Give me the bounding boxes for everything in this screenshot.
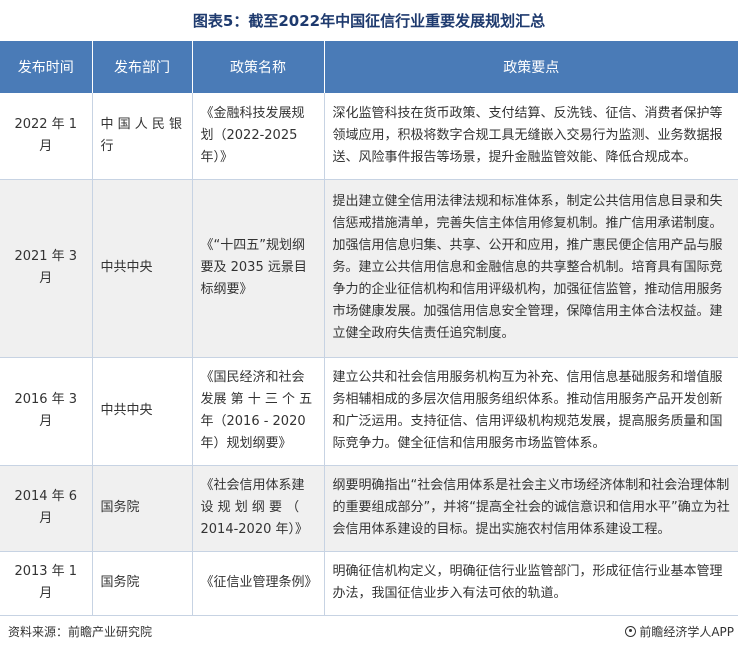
cell-key-points: 纲要明确指出“社会信用体系是社会主义市场经济体制和社会治理体制的重要组成部分”，…	[324, 465, 738, 552]
source-note: 资料来源：前瞻产业研究院	[8, 625, 153, 639]
cell-date: 2016 年 3 月	[0, 357, 93, 466]
cell-key-points: 明确征信机构定义，明确征信行业监管部门，形成征信行业基本管理办法，我国征信业步入…	[324, 551, 738, 616]
chart-title: 图表5：截至2022年中国征信行业重要发展规划汇总	[192, 11, 546, 30]
cell-date: 2022 年 1 月	[0, 93, 93, 180]
cell-date: 2021 年 3 月	[0, 179, 93, 358]
cell-department: 国务院	[92, 551, 193, 616]
cell-date: 2014 年 6 月	[0, 465, 93, 552]
cell-department: 中 国 人 民 银 行	[92, 93, 193, 180]
cell-key-points: 建立公共和社会信用服务机构互为补充、信用信息基础服务和增值服务相辅相成的多层次信…	[324, 357, 738, 466]
cell-key-points: 提出建立健全信用法律法规和标准体系，制定公共信用信息目录和失信惩戒措施清单，完善…	[324, 179, 738, 358]
cell-department: 中共中央	[92, 357, 193, 466]
header-department: 发布部门	[92, 41, 193, 93]
policy-table: 发布时间 发布部门 政策名称 政策要点 2022 年 1 月 中 国 人 民 银…	[0, 41, 738, 616]
brand-label: 前瞻经济学人APP	[639, 625, 734, 639]
table-row: 2014 年 6 月 国务院 《社会信用体系建设 规 划 纲 要 （ 2014-…	[0, 465, 738, 552]
cell-policy-name: 《金融科技发展规划（2022-2025 年）》	[192, 93, 325, 180]
cell-policy-name: 《社会信用体系建设 规 划 纲 要 （ 2014-2020 年）》	[192, 465, 325, 552]
cell-policy-name: 《征信业管理条例》	[192, 551, 325, 616]
cell-department: 国务院	[92, 465, 193, 552]
header-policy-key-points: 政策要点	[324, 41, 738, 93]
header-policy-name: 政策名称	[192, 41, 325, 93]
cell-policy-name: 《“十四五”规划纲要及 2035 远景目标纲要》	[192, 179, 325, 358]
brand-credit: 前瞻经济学人APP	[625, 623, 734, 640]
cell-key-points: 深化监管科技在货币政策、支付结算、反洗钱、征信、消费者保护等领域应用，积极将数字…	[324, 93, 738, 180]
cell-department: 中共中央	[92, 179, 193, 358]
table-row: 2016 年 3 月 中共中央 《国民经济和社会发展 第 十 三 个 五 年（2…	[0, 357, 738, 466]
footer: 资料来源：前瞻产业研究院 前瞻经济学人APP	[0, 620, 738, 642]
table-row: 2013 年 1 月 国务院 《征信业管理条例》 明确征信机构定义，明确征信行业…	[0, 551, 738, 616]
table-row: 2021 年 3 月 中共中央 《“十四五”规划纲要及 2035 远景目标纲要》…	[0, 179, 738, 358]
table-row: 2022 年 1 月 中 国 人 民 银 行 《金融科技发展规划（2022-20…	[0, 93, 738, 180]
cell-date: 2013 年 1 月	[0, 551, 93, 616]
cell-policy-name: 《国民经济和社会发展 第 十 三 个 五 年（2016 - 2020 年）规划纲…	[192, 357, 325, 466]
table-header-row: 发布时间 发布部门 政策名称 政策要点	[0, 41, 738, 93]
header-release-date: 发布时间	[0, 41, 93, 93]
brand-logo-icon	[625, 626, 637, 637]
